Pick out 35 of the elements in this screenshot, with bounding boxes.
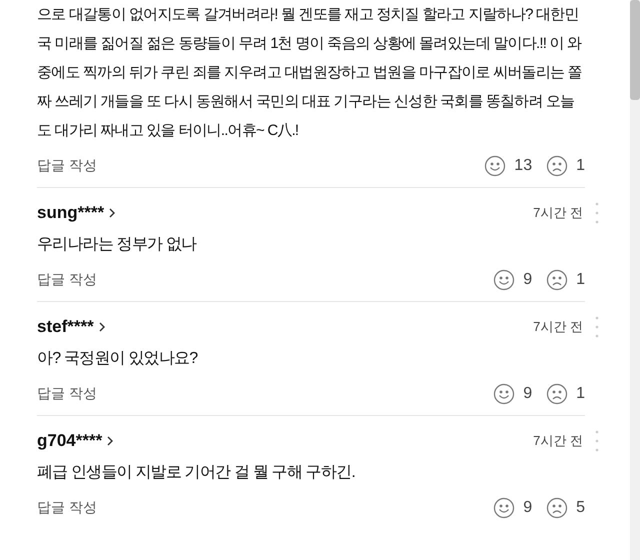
username-link[interactable]: sung**** xyxy=(37,203,116,223)
like-button[interactable]: 9 xyxy=(493,269,532,291)
dislike-button[interactable]: 1 xyxy=(546,383,585,405)
comment-time: 7시간 전 xyxy=(533,432,583,450)
comment-text: 우리나라는 정부가 없나 xyxy=(37,235,198,255)
chevron-right-icon xyxy=(108,207,116,219)
smile-face-icon xyxy=(493,497,516,519)
reply-link[interactable]: 답글 작성 xyxy=(37,499,97,517)
dislike-button[interactable]: 1 xyxy=(546,155,585,177)
smile-face-icon xyxy=(493,383,516,405)
like-button[interactable]: 9 xyxy=(493,383,532,405)
username-link[interactable]: g704**** xyxy=(37,431,114,451)
dislike-button[interactable]: 5 xyxy=(546,497,585,519)
scrollbar[interactable] xyxy=(630,0,640,560)
chevron-right-icon xyxy=(98,321,106,333)
reply-link[interactable]: 답글 작성 xyxy=(37,157,97,175)
scrollbar-thumb[interactable] xyxy=(630,0,640,100)
comment-text: 폐급 인생들이 지발로 기어간 걸 뭘 구해 구하긴. xyxy=(37,463,356,483)
comment-text: 으로 대갈통이 없어지도록 갈겨버려라! 뭘 겐또를 재고 정치질 할라고 지랄하나? 대한민국 미래를 짊어질 젊은 동량들이 무려 1천 명이 죽음의 상황에 몰려있는데 말이다.!! 이 와중에도 찍까의 뒤가 쿠린 죄를 지우려고 대법원장하고 법원을 마구잡이로 씨버돌리는 쫄짜 쓰레기 개들을 또 다시 동원해서 국민의 대표 기구라는 신성한 국회를 똥칠하려 오늘도 대가리 짜내고 있을 터이니..어휴~ C八.! xyxy=(37,5,583,141)
smile-face-icon xyxy=(493,269,516,291)
like-button[interactable]: 13 xyxy=(484,155,532,177)
frown-face-icon xyxy=(546,383,568,405)
chevron-right-icon xyxy=(106,435,114,447)
comment-time: 7시간 전 xyxy=(533,318,583,336)
frown-face-icon xyxy=(546,269,568,291)
smile-face-icon xyxy=(484,155,506,177)
dislike-button[interactable]: 1 xyxy=(546,269,585,291)
frown-face-icon xyxy=(546,155,568,177)
like-button[interactable]: 9 xyxy=(493,497,532,519)
comment-time: 7시간 전 xyxy=(533,204,583,222)
frown-face-icon xyxy=(546,497,568,519)
reply-link[interactable]: 답글 작성 xyxy=(37,385,97,403)
comment-text: 아? 국정원이 있었나요? xyxy=(37,349,198,369)
reply-link[interactable]: 답글 작성 xyxy=(37,271,97,289)
username-link[interactable]: stef**** xyxy=(37,317,106,337)
